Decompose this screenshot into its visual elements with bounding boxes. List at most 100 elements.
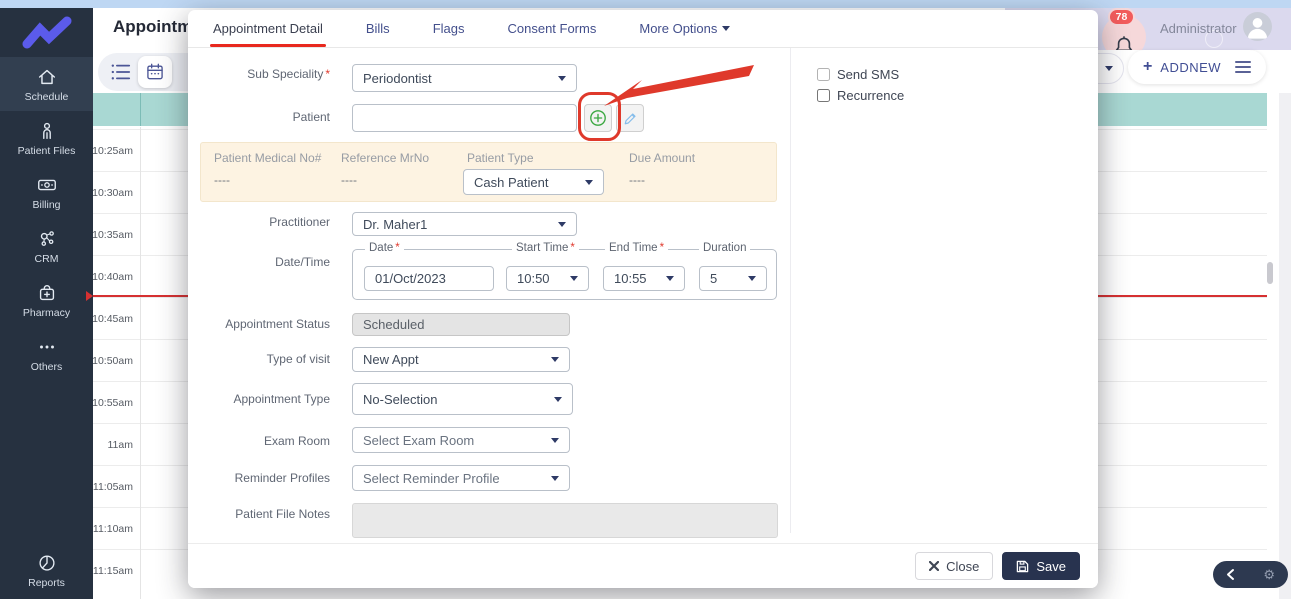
sidebar-item-label: Billing [32, 198, 61, 211]
add-new-button[interactable]: + ADDNEW [1128, 50, 1266, 84]
sidebar-item-crm[interactable]: CRM [0, 219, 93, 273]
chevron-down-icon [1105, 66, 1113, 71]
time-label: 11:15am [93, 565, 133, 577]
page-scrollbar-track [1279, 93, 1291, 599]
user-name: Administrator [1160, 21, 1237, 36]
recurrence-option: Recurrence [817, 88, 904, 103]
chevron-down-icon [570, 276, 578, 281]
modal-footer: Close Save [188, 543, 1098, 588]
sidebar-item-label: Patient Files [17, 144, 76, 157]
ellipsis-icon [39, 345, 54, 348]
start-time-legend: Start Time * [512, 242, 579, 254]
sidebar-item-others[interactable]: Others [0, 327, 93, 381]
practitioner-select[interactable]: Dr. Maher1 [352, 212, 577, 236]
end-time-legend: End Time * [605, 242, 669, 254]
appointment-type-label: Appointment Type [233, 392, 330, 406]
sidebar-item-pharmacy[interactable]: Pharmacy [0, 273, 93, 327]
chevron-down-icon [722, 26, 731, 31]
chevron-down-icon [666, 276, 674, 281]
tab-consent-forms[interactable]: Consent Forms [507, 10, 596, 47]
time-label: 10:45am [93, 313, 133, 325]
exam-room-select[interactable]: Select Exam Room [352, 427, 570, 453]
time-label: 10:30am [93, 187, 133, 199]
practitioner-label: Practitioner [269, 215, 330, 229]
app-logo[interactable] [0, 8, 93, 57]
exam-room-label: Exam Room [263, 434, 330, 448]
chevron-down-icon [558, 221, 566, 227]
visit-type-label: Type of visit [266, 352, 330, 366]
sidebar-item-label: Others [30, 360, 63, 373]
chevron-down-icon [585, 179, 593, 185]
user-avatar[interactable] [1243, 12, 1272, 41]
time-column-divider [140, 127, 141, 599]
start-time-select[interactable]: 10:50 [506, 266, 589, 291]
tab-appointment-detail[interactable]: Appointment Detail [210, 10, 326, 47]
gear-icon[interactable]: ⚙ [1263, 567, 1275, 583]
bell-icon [1115, 36, 1133, 50]
chevron-down-icon [551, 357, 559, 362]
time-label: 11:05am [93, 481, 133, 493]
duration-select[interactable]: 5 [699, 266, 767, 291]
sub-speciality-select[interactable]: Periodontist [352, 64, 577, 92]
sidebar-item-label: CRM [34, 252, 59, 265]
save-button[interactable]: Save [1002, 552, 1080, 580]
time-label: 11:10am [93, 523, 133, 535]
patient-file-notes-textarea[interactable] [352, 503, 778, 538]
menu-icon[interactable] [1235, 60, 1252, 74]
recurrence-checkbox[interactable] [817, 89, 830, 102]
due-amount-label: Due Amount [629, 151, 696, 165]
time-label: 10:50am [93, 355, 133, 367]
reminder-profiles-select[interactable]: Select Reminder Profile [352, 465, 570, 491]
reference-mrno-value: ---- [341, 173, 357, 187]
date-input[interactable] [364, 266, 494, 291]
sub-speciality-label: Sub Speciality * [247, 67, 330, 81]
plus-icon: + [1142, 58, 1153, 75]
send-sms-checkbox[interactable] [817, 68, 830, 81]
chevron-down-icon [554, 396, 562, 402]
chevron-down-icon [748, 276, 756, 281]
banknote-icon [37, 179, 56, 190]
sidebar-item-schedule[interactable]: Schedule [0, 57, 93, 111]
list-view-icon[interactable] [110, 62, 132, 82]
sidebar-item-billing[interactable]: Billing [0, 165, 93, 219]
vertical-scrollbar[interactable] [1267, 262, 1273, 284]
avatar-person-icon [1247, 18, 1268, 39]
settings-collapse-pill[interactable]: ⚙ [1213, 561, 1288, 588]
reference-mrno-label: Reference MrNo [341, 151, 430, 165]
sidebar-item-reports[interactable]: Reports [0, 543, 93, 597]
patient-type-label: Patient Type [467, 151, 534, 165]
send-sms-option: Send SMS [817, 67, 899, 82]
medical-no-label: Patient Medical No# [214, 151, 322, 165]
current-time-marker [86, 291, 93, 301]
appointment-status-label: Appointment Status [225, 317, 330, 331]
end-time-select[interactable]: 10:55 [603, 266, 685, 291]
patient-label: Patient [292, 110, 330, 124]
home-icon [38, 69, 55, 84]
tab-more-options[interactable]: More Options [639, 10, 731, 47]
patient-file-notes-label: Patient File Notes [235, 507, 330, 521]
sidebar-item-label: Reports [28, 576, 65, 589]
reminder-profiles-label: Reminder Profiles [234, 471, 330, 485]
tab-flags[interactable]: Flags [433, 10, 465, 47]
patient-input[interactable] [352, 104, 577, 132]
close-button[interactable]: Close [915, 552, 994, 580]
chevron-down-icon [558, 75, 566, 81]
save-floppy-icon [1017, 560, 1029, 572]
date-legend: Date * [365, 242, 404, 254]
sidebar-item-patient-files[interactable]: Patient Files [0, 111, 93, 165]
modal-panel-divider [790, 48, 791, 533]
patient-type-select[interactable]: Cash Patient [463, 169, 604, 195]
calendar-view-button[interactable] [138, 56, 172, 88]
appointment-type-select[interactable]: No-Selection [352, 383, 573, 415]
datetime-fieldset: Date* Start Time* End Time* Duration 10:… [352, 242, 777, 300]
visit-type-select[interactable]: New Appt [352, 347, 570, 372]
tab-bills[interactable]: Bills [366, 10, 390, 47]
appointment-status-field: Scheduled [352, 313, 570, 336]
datetime-label: Date/Time [275, 255, 330, 269]
person-icon [42, 122, 51, 139]
app-screen: Schedule Patient Files Billing CRM Pharm… [0, 0, 1291, 599]
time-label: 11am [107, 439, 134, 451]
chevron-left-icon [1227, 569, 1234, 580]
medical-no-value: ---- [214, 173, 230, 187]
time-label: 10:40am [93, 271, 133, 283]
